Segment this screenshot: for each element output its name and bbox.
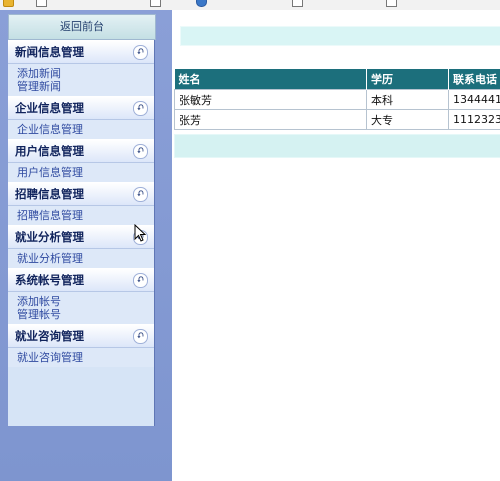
tab-page-icon[interactable] [292, 0, 303, 7]
menu-group-company: 企业信息管理 ⮏ 企业信息管理 [8, 96, 154, 139]
menu-group-employment-analysis: 就业分析管理 ⮏ 就业分析管理 [8, 225, 154, 268]
mouse-cursor-icon [134, 224, 146, 242]
footer-band [174, 134, 500, 158]
menu-group-body: 就业分析管理 [8, 249, 154, 268]
menu-item-recruitment-info[interactable]: 招聘信息管理 [17, 209, 154, 222]
menu-group-title: 用户信息管理 [15, 144, 84, 158]
favorites-star-icon[interactable] [3, 0, 14, 7]
table-row[interactable]: 张敏芳 本科 13444411 [174, 89, 500, 110]
cell-phone: 1112323 [448, 109, 500, 130]
menu-item-employment-analysis[interactable]: 就业分析管理 [17, 252, 154, 265]
menu-group-title: 企业信息管理 [15, 101, 84, 115]
column-header-education: 学历 [366, 69, 449, 90]
menu-item-consulting[interactable]: 就业咨询管理 [17, 351, 154, 364]
collapse-chevron-icon[interactable]: ⮏ [133, 101, 148, 116]
menu-group-header[interactable]: 就业分析管理 ⮏ [8, 225, 154, 249]
column-header-name: 姓名 [174, 69, 367, 90]
tab-globe-icon[interactable] [196, 0, 207, 7]
menu-group-header[interactable]: 用户信息管理 ⮏ [8, 139, 154, 163]
collapse-chevron-icon[interactable]: ⮏ [133, 273, 148, 288]
cell-education: 本科 [366, 89, 449, 110]
menu-item-manage-accounts[interactable]: 管理帐号 [17, 308, 154, 321]
cell-name: 张敏芳 [174, 89, 367, 110]
results-table: 姓名 学历 联系电话 张敏芳 本科 13444411 张芳 大专 1112323 [174, 69, 500, 130]
collapse-chevron-icon[interactable]: ⮏ [133, 329, 148, 344]
menu-group-recruitment: 招聘信息管理 ⮏ 招聘信息管理 [8, 182, 154, 225]
tab-page-icon[interactable] [386, 0, 397, 7]
menu-group-header[interactable]: 企业信息管理 ⮏ [8, 96, 154, 120]
menu-group-body: 添加帐号 管理帐号 [8, 292, 154, 324]
menu-group-header[interactable]: 新闻信息管理 ⮏ [8, 40, 154, 64]
menu-group-accounts: 系统帐号管理 ⮏ 添加帐号 管理帐号 [8, 268, 154, 324]
menu-group-header[interactable]: 系统帐号管理 ⮏ [8, 268, 154, 292]
menu-group-title: 系统帐号管理 [15, 273, 84, 287]
cell-education: 大专 [366, 109, 449, 130]
menu-group-body: 就业咨询管理 [8, 348, 154, 367]
table-header-row: 姓名 学历 联系电话 [174, 69, 500, 90]
tab-page-icon[interactable] [36, 0, 47, 7]
menu-group-body: 添加新闻 管理新闻 [8, 64, 154, 96]
tab-page-icon[interactable] [150, 0, 161, 7]
admin-sidebar: 返回前台 新闻信息管理 ⮏ 添加新闻 管理新闻 企业信息管理 ⮏ 企业信息管理 [0, 10, 172, 481]
menu-group-title: 就业分析管理 [15, 230, 84, 244]
collapse-chevron-icon[interactable]: ⮏ [133, 45, 148, 60]
menu-group-body: 企业信息管理 [8, 120, 154, 139]
menu-group-news: 新闻信息管理 ⮏ 添加新闻 管理新闻 [8, 40, 154, 96]
menu-group-title: 新闻信息管理 [15, 45, 84, 59]
menu-group-body: 用户信息管理 [8, 163, 154, 182]
header-band [180, 26, 500, 46]
back-to-frontend-button[interactable]: 返回前台 [8, 14, 156, 40]
menu-group-title: 招聘信息管理 [15, 187, 84, 201]
menu-group-body: 招聘信息管理 [8, 206, 154, 225]
menu-group-header[interactable]: 就业咨询管理 ⮏ [8, 324, 154, 348]
menu-group-title: 就业咨询管理 [15, 329, 84, 343]
menu-group-consulting: 就业咨询管理 ⮏ 就业咨询管理 [8, 324, 154, 367]
column-header-phone: 联系电话 [448, 69, 500, 90]
menu-group-users: 用户信息管理 ⮏ 用户信息管理 [8, 139, 154, 182]
collapse-chevron-icon[interactable]: ⮏ [133, 144, 148, 159]
main-content: 姓名 学历 联系电话 张敏芳 本科 13444411 张芳 大专 1112323 [172, 10, 500, 481]
sidebar-menu: 新闻信息管理 ⮏ 添加新闻 管理新闻 企业信息管理 ⮏ 企业信息管理 用户信息管… [8, 40, 155, 426]
menu-group-header[interactable]: 招聘信息管理 ⮏ [8, 182, 154, 206]
menu-item-add-news[interactable]: 添加新闻 [17, 67, 154, 80]
cell-name: 张芳 [174, 109, 367, 130]
menu-item-manage-news[interactable]: 管理新闻 [17, 80, 154, 93]
collapse-chevron-icon[interactable]: ⮏ [133, 187, 148, 202]
menu-item-user-info[interactable]: 用户信息管理 [17, 166, 154, 179]
menu-item-add-account[interactable]: 添加帐号 [17, 295, 154, 308]
cell-phone: 13444411 [448, 89, 500, 110]
table-row[interactable]: 张芳 大专 1112323 [174, 109, 500, 130]
menu-item-company-info[interactable]: 企业信息管理 [17, 123, 154, 136]
